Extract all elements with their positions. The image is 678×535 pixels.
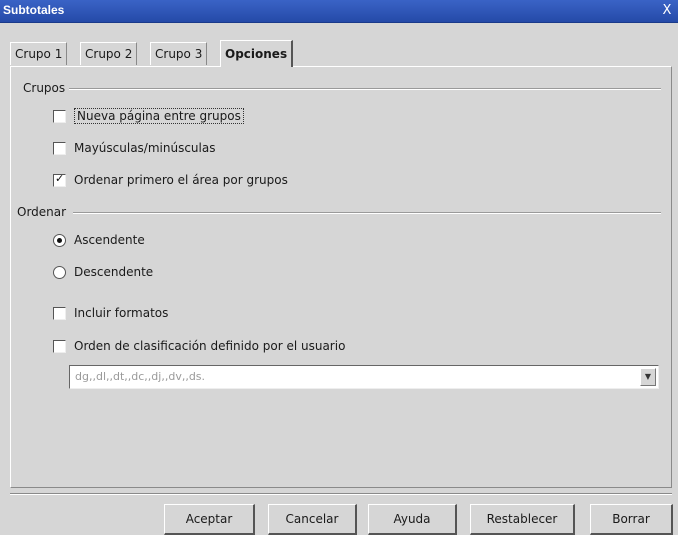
sort-by-groups-checkbox[interactable] bbox=[53, 172, 66, 187]
case-sensitive-checkbox[interactable] bbox=[53, 141, 66, 155]
tab-group-1[interactable]: Crupo 1 bbox=[10, 42, 68, 65]
option-descending[interactable]: Descendente bbox=[53, 265, 153, 279]
help-button[interactable]: Ayuda bbox=[368, 504, 457, 535]
chevron-down-icon[interactable]: ▼ bbox=[640, 368, 656, 386]
options-panel: Crupos Nueva página entre grupos Mayúscu… bbox=[10, 66, 672, 488]
window-title: Subtotales bbox=[3, 3, 65, 17]
descending-radio[interactable] bbox=[53, 265, 66, 279]
ok-button[interactable]: Aceptar bbox=[164, 504, 255, 535]
user-defined-order-checkbox[interactable] bbox=[53, 339, 66, 353]
custom-order-value: dg,,dl,,dt,,dc,,dj,,dv,,ds. bbox=[75, 370, 206, 383]
groups-heading: Crupos bbox=[23, 81, 70, 95]
descending-label: Descendente bbox=[74, 265, 154, 279]
title-bar: Subtotales X bbox=[0, 0, 678, 23]
option-include-formats[interactable]: Incluir formatos bbox=[53, 306, 168, 320]
user-defined-order-label: Orden de clasificación definido por el u… bbox=[74, 339, 346, 353]
tab-group-3[interactable]: Crupo 3 bbox=[150, 42, 208, 65]
custom-order-select[interactable]: dg,,dl,,dt,,dc,,dj,,dv,,ds. ▼ bbox=[69, 365, 659, 389]
delete-button[interactable]: Borrar bbox=[590, 504, 673, 535]
include-formats-label: Incluir formatos bbox=[74, 306, 169, 320]
new-page-checkbox[interactable] bbox=[53, 109, 66, 123]
include-formats-checkbox[interactable] bbox=[53, 306, 66, 320]
option-new-page-between-groups[interactable]: Nueva página entre grupos bbox=[53, 108, 244, 124]
groups-divider bbox=[69, 88, 661, 90]
new-page-label: Nueva página entre grupos bbox=[74, 108, 244, 124]
option-case-sensitive[interactable]: Mayúsculas/minúsculas bbox=[53, 141, 215, 155]
tab-options[interactable]: Opciones bbox=[220, 40, 294, 67]
ascending-radio[interactable] bbox=[53, 233, 66, 247]
option-user-defined-order[interactable]: Orden de clasificación definido por el u… bbox=[53, 339, 345, 353]
option-sort-area-by-groups[interactable]: Ordenar primero el área por grupos bbox=[53, 172, 288, 187]
close-icon[interactable]: X bbox=[658, 2, 676, 19]
case-sensitive-label: Mayúsculas/minúsculas bbox=[74, 141, 216, 155]
tab-group-2[interactable]: Crupo 2 bbox=[80, 42, 138, 65]
sort-by-groups-label: Ordenar primero el área por grupos bbox=[74, 173, 288, 187]
reset-button[interactable]: Restablecer bbox=[470, 504, 575, 535]
button-row-divider bbox=[10, 493, 672, 495]
sort-heading: Ordenar bbox=[17, 205, 71, 219]
sort-divider bbox=[73, 212, 661, 214]
cancel-button[interactable]: Cancelar bbox=[268, 504, 357, 535]
ascending-label: Ascendente bbox=[74, 233, 145, 247]
option-ascending[interactable]: Ascendente bbox=[53, 233, 145, 247]
